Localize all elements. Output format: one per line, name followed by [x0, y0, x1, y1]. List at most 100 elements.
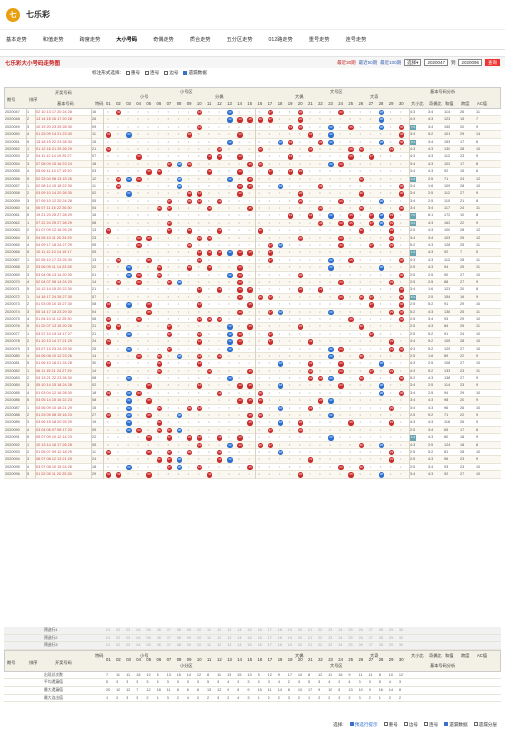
recent-100-link[interactable]: 最近100期: [380, 60, 401, 66]
preview-num[interactable]: 13: [227, 642, 231, 649]
preview-num[interactable]: 22: [318, 635, 322, 642]
preview-num[interactable]: 25: [348, 642, 352, 649]
option-item[interactable]: 连号: [145, 70, 159, 76]
preview-num[interactable]: 16: [258, 635, 262, 642]
option-item[interactable]: 重号: [125, 70, 140, 76]
preview-num[interactable]: 05: [146, 642, 150, 649]
option-checkbox[interactable]: [145, 70, 150, 75]
preview-num[interactable]: 17: [268, 627, 272, 634]
preview-num[interactable]: 13: [227, 635, 231, 642]
preview-num[interactable]: 05: [146, 627, 150, 634]
preview-num[interactable]: 28: [379, 635, 383, 642]
preview-num[interactable]: 22: [318, 642, 322, 649]
from-issue-input[interactable]: 2020047: [424, 59, 448, 66]
preview-row[interactable]: 预选行2 01 02 03 04 05 06 07 08 09 10 11 12 13 14 15 16 17 18…: [4, 634, 501, 643]
preview-num[interactable]: 14: [237, 635, 241, 642]
preview-num[interactable]: 30: [399, 627, 403, 634]
preview-num[interactable]: 10: [197, 627, 201, 634]
preview-num[interactable]: 09: [187, 635, 191, 642]
preview-num[interactable]: 19: [288, 642, 292, 649]
preview-num[interactable]: 01: [106, 635, 110, 642]
preview-num[interactable]: 02: [116, 627, 120, 634]
preview-num[interactable]: 01: [106, 642, 110, 649]
preview-num[interactable]: 07: [167, 635, 171, 642]
bottom-option-checkbox[interactable]: [444, 722, 449, 727]
preview-num[interactable]: 26: [359, 627, 363, 634]
preview-num[interactable]: 23: [328, 635, 332, 642]
preview-num[interactable]: 24: [338, 635, 342, 642]
preview-num[interactable]: 26: [359, 642, 363, 649]
preview-num[interactable]: 02: [116, 642, 120, 649]
preview-num[interactable]: 21: [308, 635, 312, 642]
preview-num[interactable]: 08: [177, 635, 181, 642]
preview-num[interactable]: 15: [247, 642, 251, 649]
preview-num[interactable]: 01: [106, 627, 110, 634]
preview-num[interactable]: 30: [399, 642, 403, 649]
preview-num[interactable]: 30: [399, 635, 403, 642]
preview-num[interactable]: 20: [298, 635, 302, 642]
preview-num[interactable]: 04: [136, 642, 140, 649]
brand-name[interactable]: 七乐彩: [26, 9, 50, 20]
bottom-option[interactable]: 重号: [383, 722, 398, 728]
preview-num[interactable]: 11: [207, 627, 211, 634]
preview-num[interactable]: 06: [157, 627, 161, 634]
preview-num[interactable]: 18: [278, 642, 282, 649]
preview-num[interactable]: 15: [247, 635, 251, 642]
bottom-option[interactable]: 连号: [424, 722, 438, 728]
preview-num[interactable]: 06: [157, 642, 161, 649]
nav-tab-3[interactable]: 跨度走势: [78, 33, 103, 46]
preview-num[interactable]: 17: [268, 635, 272, 642]
preview-num[interactable]: 21: [308, 627, 312, 634]
preview-num[interactable]: 16: [258, 642, 262, 649]
preview-num[interactable]: 28: [379, 642, 383, 649]
preview-num[interactable]: 24: [338, 642, 342, 649]
preview-num[interactable]: 12: [217, 635, 221, 642]
preview-num[interactable]: 25: [348, 635, 352, 642]
preview-num[interactable]: 03: [126, 642, 130, 649]
preview-num[interactable]: 14: [237, 642, 241, 649]
preview-num[interactable]: 09: [187, 627, 191, 634]
option-item[interactable]: 遗漏数据: [183, 70, 207, 76]
preview-num[interactable]: 29: [389, 642, 393, 649]
bottom-option[interactable]: 遗漏分层: [473, 722, 497, 728]
preview-num[interactable]: 12: [217, 627, 221, 634]
preview-num[interactable]: 29: [389, 635, 393, 642]
preview-num[interactable]: 28: [379, 627, 383, 634]
bottom-option[interactable]: 预选行提示: [349, 722, 378, 728]
preview-num[interactable]: 27: [369, 627, 373, 634]
preview-num[interactable]: 02: [116, 635, 120, 642]
preview-num[interactable]: 09: [187, 642, 191, 649]
range-select[interactable]: 选择 ▾: [404, 59, 422, 66]
preview-num[interactable]: 05: [146, 635, 150, 642]
preview-num[interactable]: 04: [136, 627, 140, 634]
preview-num[interactable]: 27: [369, 642, 373, 649]
option-item[interactable]: 边号: [164, 70, 178, 76]
preview-num[interactable]: 03: [126, 635, 130, 642]
nav-tab-4[interactable]: 大小号码: [114, 33, 139, 46]
nav-tab-5[interactable]: 奇偶走势: [151, 33, 176, 46]
preview-num[interactable]: 10: [197, 642, 201, 649]
option-checkbox[interactable]: [164, 70, 169, 75]
preview-num[interactable]: 17: [268, 642, 272, 649]
bottom-option-checkbox[interactable]: [424, 722, 429, 727]
preview-num[interactable]: 16: [258, 627, 262, 634]
preview-num[interactable]: 08: [177, 627, 181, 634]
nav-tab-10[interactable]: 连号走势: [344, 33, 369, 46]
nav-tab-1[interactable]: 基本走势: [4, 33, 29, 46]
preview-row[interactable]: 预选行3 01 02 03 04 05 06 07 08 09 10 11 12 13 14 15 16 17 18…: [4, 642, 501, 650]
preview-num[interactable]: 20: [298, 642, 302, 649]
preview-num[interactable]: 26: [359, 635, 363, 642]
to-issue-input[interactable]: 2020096: [458, 59, 482, 66]
preview-num[interactable]: 14: [237, 627, 241, 634]
preview-num[interactable]: 19: [288, 627, 292, 634]
bottom-option-checkbox[interactable]: [383, 722, 388, 727]
nav-tab-2[interactable]: 和值走势: [41, 33, 66, 46]
recent-30-link[interactable]: 最近30期: [337, 60, 356, 66]
preview-num[interactable]: 24: [338, 627, 342, 634]
preview-num[interactable]: 11: [207, 642, 211, 649]
preview-num[interactable]: 23: [328, 642, 332, 649]
preview-num[interactable]: 07: [167, 642, 171, 649]
preview-num[interactable]: 07: [167, 627, 171, 634]
bottom-option[interactable]: 边号: [403, 722, 418, 728]
preview-num[interactable]: 12: [217, 642, 221, 649]
